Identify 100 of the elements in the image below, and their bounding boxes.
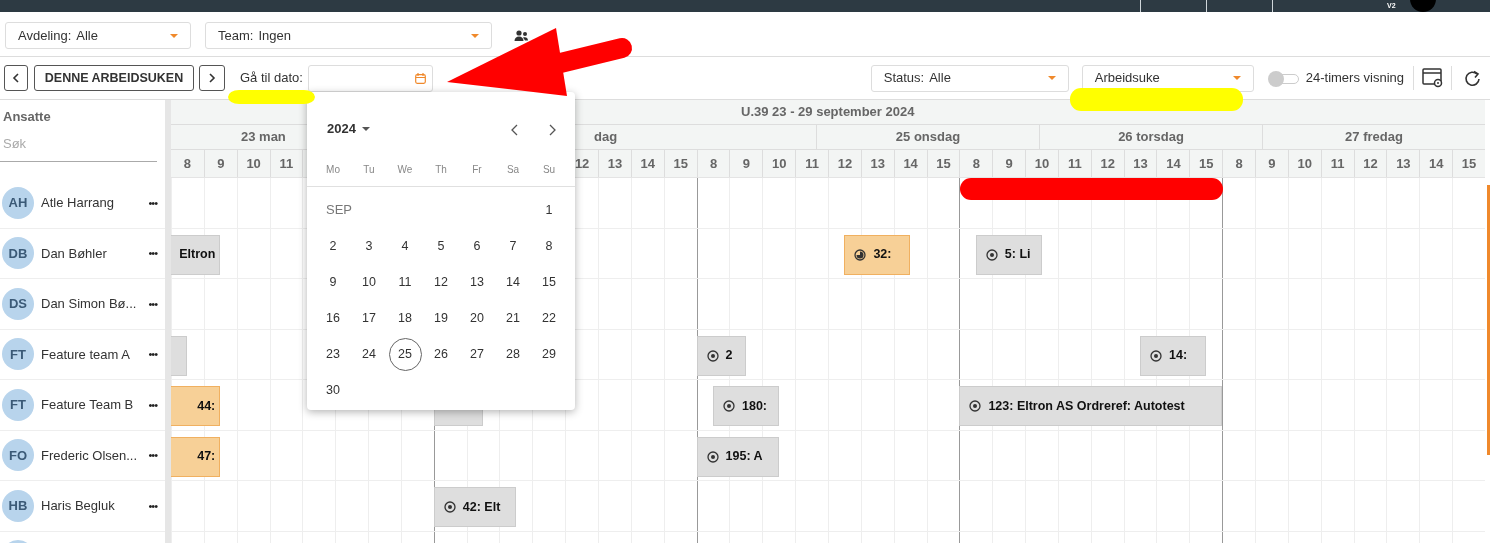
day-cell[interactable]: 7 <box>509 236 517 256</box>
day-cell[interactable]: 15 <box>542 272 556 292</box>
more-button[interactable]: ••• <box>148 448 157 463</box>
event-block[interactable]: 44: <box>171 386 221 426</box>
employee-name: Haris Begluk <box>41 497 115 515</box>
day-cell[interactable]: 20 <box>470 308 484 328</box>
day-cell[interactable]: 5 <box>437 236 445 256</box>
hour-label: 15 <box>673 154 688 173</box>
more-button[interactable]: ••• <box>148 296 157 311</box>
day-cell[interactable]: 18 <box>398 308 412 328</box>
day-header: 25 onsdag <box>895 128 961 147</box>
day-cell[interactable]: 26 <box>434 344 448 364</box>
day-cell[interactable]: 19 <box>434 308 448 328</box>
event-block[interactable]: 180: <box>713 386 779 426</box>
day-cell[interactable]: 17 <box>362 308 376 328</box>
more-button[interactable]: ••• <box>148 498 157 513</box>
event-block[interactable]: 195: A <box>696 436 779 477</box>
day-cell[interactable]: 27 <box>470 344 484 364</box>
day-cell[interactable]: 13 <box>470 272 484 292</box>
day-header: 23 man <box>241 128 286 147</box>
day-cell[interactable]: 21 <box>506 308 520 328</box>
status-dropdown[interactable]: Status: Alle <box>870 64 1069 92</box>
day-cell[interactable]: 6 <box>473 236 481 256</box>
day-cell[interactable]: 23 <box>326 344 340 364</box>
day-cell[interactable]: 16 <box>326 308 340 328</box>
hour-label: 11 <box>279 154 294 173</box>
chevron-right-icon[interactable] <box>549 124 556 136</box>
day-cell[interactable]: 30 <box>326 380 340 400</box>
day-cell[interactable]: 1 <box>545 200 553 220</box>
this-week-button[interactable]: DENNE ARBEIDSUKEN <box>34 65 194 91</box>
day-cell[interactable]: 9 <box>329 272 337 292</box>
day-cell[interactable]: 29 <box>542 344 556 364</box>
weekday-label: Th <box>434 163 448 177</box>
day-cell[interactable]: 22 <box>542 308 556 328</box>
toggle-switch[interactable] <box>1267 71 1299 85</box>
team-dropdown[interactable]: Team: Ingen <box>205 22 492 49</box>
hour-label: 9 <box>742 154 750 173</box>
weekday-label: Tu <box>362 163 376 177</box>
event-block[interactable]: 14: <box>1140 335 1206 376</box>
avatar-circle: FT <box>2 338 34 371</box>
more-button[interactable]: ••• <box>148 397 157 412</box>
event-block[interactable]: 47: <box>171 436 221 477</box>
day-cell[interactable]: 14 <box>506 272 520 292</box>
event-block[interactable]: Eltron <box>171 234 221 275</box>
hour-label: 15 <box>1199 154 1214 173</box>
chevron-left-icon[interactable] <box>511 124 518 136</box>
weekday-label: Sa <box>505 163 521 177</box>
people-icon[interactable] <box>514 29 529 42</box>
settings-icon[interactable] <box>1422 68 1443 88</box>
hour-label: 9 <box>1005 154 1013 173</box>
day-cell[interactable]: 8 <box>545 236 553 256</box>
more-button[interactable]: ••• <box>148 195 157 210</box>
hour-label: 9 <box>217 154 225 173</box>
hour-label: 11 <box>1068 154 1082 173</box>
hour-label: 14 <box>903 154 918 173</box>
department-dropdown[interactable]: Avdeling: Alle <box>5 22 191 49</box>
more-button[interactable]: ••• <box>148 347 157 362</box>
sidebar-title: Ansatte <box>3 108 52 126</box>
target-icon <box>1150 349 1163 362</box>
day-cell[interactable]: 3 <box>365 236 373 256</box>
day-cell[interactable]: 2 <box>329 236 337 256</box>
hour-label: 8 <box>1235 154 1243 173</box>
day-cell[interactable]: 4 <box>401 236 409 256</box>
target-icon <box>985 248 998 261</box>
day-header: 27 fredag <box>1345 128 1403 147</box>
target-icon <box>723 400 735 412</box>
scroll-thumb[interactable] <box>1487 185 1490 455</box>
day-cell[interactable]: 10 <box>362 272 376 292</box>
hour-label: 10 <box>772 154 787 173</box>
more-button[interactable]: ••• <box>148 246 157 261</box>
next-button[interactable] <box>199 65 225 91</box>
date-field[interactable] <box>307 64 433 92</box>
hour-label: 13 <box>1396 154 1411 173</box>
event-block[interactable]: 5: Li <box>975 234 1042 275</box>
month-label: SEP <box>326 201 352 220</box>
weekday-label: Fr <box>471 163 483 177</box>
avatar-circle: FT <box>2 388 34 421</box>
hour-label: 11 <box>1330 154 1345 173</box>
event-block[interactable]: 123: Eltron AS Ordreref: Autotest <box>959 386 1223 426</box>
day-cell[interactable]: 28 <box>506 344 520 364</box>
calendar-icon <box>414 72 426 84</box>
chevron-left-icon <box>12 73 20 83</box>
refresh-icon[interactable] <box>1464 69 1481 87</box>
day-header: 26 torsdag <box>1118 128 1184 147</box>
event-block[interactable]: 32: <box>844 234 911 275</box>
event-block[interactable]: 2 <box>696 335 746 376</box>
hour-label: 14 <box>640 154 656 173</box>
hour-label: 12 <box>1100 154 1115 173</box>
day-cell[interactable]: 11 <box>398 272 412 292</box>
employee-name: Dan Bøhler <box>41 244 107 263</box>
day-cell[interactable]: 12 <box>434 272 448 292</box>
day-cell[interactable]: 24 <box>362 344 376 364</box>
event-block[interactable]: 42: Elt <box>433 487 516 527</box>
hour-label: 10 <box>1297 154 1313 173</box>
hour-label: 10 <box>1034 154 1050 173</box>
hour-label: 9 <box>1268 154 1276 173</box>
previous-button[interactable] <box>4 65 28 91</box>
pie-icon <box>854 248 867 261</box>
hour-label: 12 <box>574 154 590 173</box>
weekday-label: We <box>396 163 414 177</box>
